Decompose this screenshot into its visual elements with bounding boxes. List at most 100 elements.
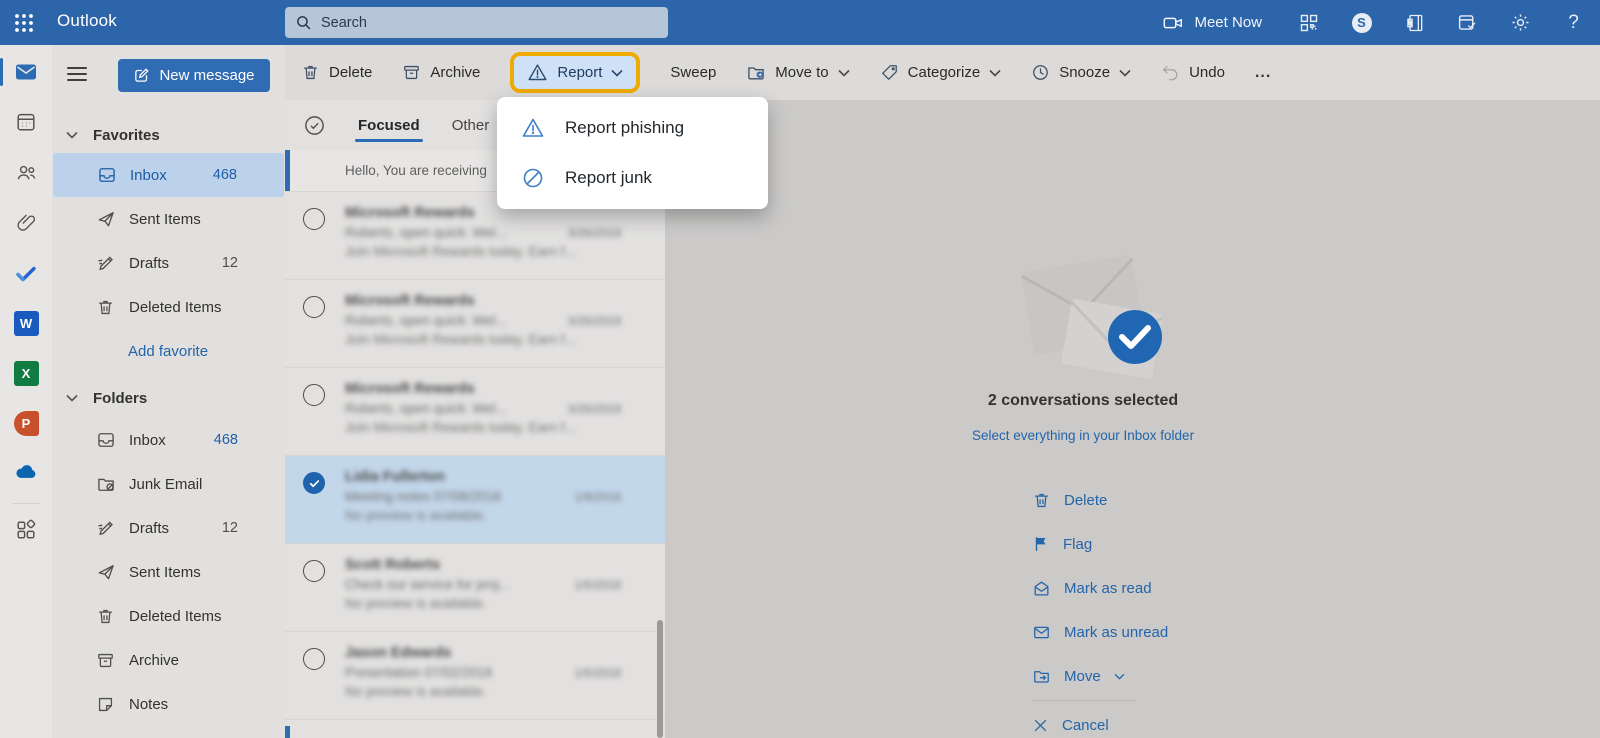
tab-other[interactable]: Other	[452, 103, 490, 148]
menu-item-report-phishing[interactable]: Report phishing	[497, 103, 768, 153]
message-checkbox[interactable]	[303, 560, 325, 582]
favorite-deleted-items[interactable]: Deleted Items	[52, 285, 285, 329]
warning-triangle-icon	[522, 118, 544, 137]
rail-excel-icon[interactable]: X	[0, 350, 52, 396]
folders-header[interactable]: Folders	[52, 380, 285, 416]
folder-junk-email[interactable]: Junk Email	[52, 462, 285, 506]
warning-triangle-icon	[528, 64, 547, 81]
archive-button[interactable]: Archive	[402, 63, 480, 82]
pencil-icon	[96, 518, 116, 538]
help-icon[interactable]: ?	[1547, 0, 1600, 45]
note-icon	[96, 695, 116, 714]
message-row[interactable]: Microsoft Rewards Roberts, open quick: W…	[285, 368, 665, 456]
rail-calendar-icon[interactable]	[0, 99, 52, 145]
app-title: Outlook	[57, 11, 117, 30]
rail-todo-icon[interactable]	[0, 250, 52, 296]
qr-code-icon[interactable]	[1282, 0, 1335, 45]
list-scrollbar-thumb[interactable]	[657, 620, 663, 738]
message-row[interactable]: Scott Roberts Check our service for proj…	[285, 544, 665, 632]
rail-attachments-icon[interactable]	[0, 200, 52, 246]
folder-inbox[interactable]: Inbox 468	[52, 418, 285, 462]
favorite-inbox[interactable]: Inbox 468	[53, 153, 284, 197]
clock-icon	[1033, 65, 1049, 80]
folder-deleted-items[interactable]: Deleted Items	[52, 594, 285, 638]
add-favorite-link[interactable]: Add favorite	[52, 329, 285, 373]
move-folder-icon	[748, 66, 765, 79]
message-checkbox-checked[interactable]	[303, 472, 325, 494]
block-icon	[523, 168, 543, 188]
menu-item-report-junk[interactable]: Report junk	[497, 153, 768, 203]
onenote-icon[interactable]	[1388, 0, 1441, 45]
chevron-down-icon	[66, 394, 78, 402]
report-button-highlighted[interactable]: Report	[510, 52, 641, 93]
message-row-partial[interactable]	[285, 720, 665, 738]
rail-people-icon[interactable]	[0, 149, 52, 195]
meet-now-button[interactable]: Meet Now	[1152, 0, 1282, 45]
undo-icon	[1163, 65, 1178, 81]
topbar-actions: Meet Now S ?	[1152, 0, 1600, 45]
rail-selected-indicator	[0, 58, 3, 86]
top-bar: Outlook Meet Now S	[0, 0, 1600, 45]
message-checkbox[interactable]	[303, 208, 325, 230]
message-checkbox[interactable]	[303, 296, 325, 318]
bulk-actions: Delete Flag Mark as read Mark as unread …	[1032, 478, 1168, 738]
trash-icon	[304, 65, 317, 80]
bulk-cancel-button[interactable]: Cancel	[1032, 703, 1168, 738]
move-to-button[interactable]: Move to	[746, 63, 850, 83]
skype-icon[interactable]: S	[1335, 0, 1388, 45]
search-box[interactable]	[285, 7, 668, 38]
bulk-flag-button[interactable]: Flag	[1032, 522, 1168, 566]
hamburger-menu-icon[interactable]	[66, 66, 88, 82]
bulk-move-button[interactable]: Move	[1032, 654, 1168, 698]
message-checkbox[interactable]	[303, 648, 325, 670]
outlook-app: Outlook Meet Now S	[0, 0, 1600, 738]
message-row-selected[interactable]: Lidia Fullerton Meeting notes 07/06/2018…	[285, 456, 665, 544]
favorite-sent-items[interactable]: Sent Items	[52, 197, 285, 241]
chevron-down-icon	[989, 69, 1001, 77]
chevron-down-icon	[611, 69, 623, 77]
selected-indicator	[285, 150, 290, 191]
more-commands-button[interactable]: ...	[1255, 64, 1271, 82]
bulk-mark-read-button[interactable]: Mark as read	[1032, 566, 1168, 610]
folder-archive[interactable]: Archive	[52, 638, 285, 682]
bookings-icon[interactable]	[1441, 0, 1494, 45]
bulk-delete-button[interactable]: Delete	[1032, 478, 1168, 522]
trash-icon	[96, 298, 116, 317]
undo-button[interactable]: Undo	[1161, 63, 1225, 82]
snooze-button[interactable]: Snooze	[1031, 63, 1131, 82]
folder-pane: New message Favorites Inbox 468 Sent Ite…	[52, 45, 285, 738]
rail-more-apps-icon[interactable]	[0, 507, 52, 553]
message-checkbox[interactable]	[303, 384, 325, 406]
message-row[interactable]: Jason Edwards Presentation 07/02/2018 1/5…	[285, 632, 665, 720]
junk-folder-icon	[96, 474, 116, 494]
categorize-button[interactable]: Categorize	[880, 63, 1002, 82]
select-everything-link[interactable]: Select everything in your Inbox folder	[933, 428, 1233, 443]
chevron-down-icon	[1119, 69, 1131, 77]
rail-onedrive-icon[interactable]	[0, 450, 52, 496]
compose-icon	[135, 68, 150, 82]
pencil-icon	[96, 253, 116, 273]
message-row[interactable]: Microsoft Rewards Roberts, open quick: W…	[285, 280, 665, 368]
chevron-down-icon	[838, 69, 850, 77]
favorites-header[interactable]: Favorites	[52, 117, 285, 153]
rail-divider	[12, 503, 40, 504]
delete-button[interactable]: Delete	[301, 63, 372, 82]
folder-sent-items[interactable]: Sent Items	[52, 550, 285, 594]
favorite-drafts[interactable]: Drafts 12	[52, 241, 285, 285]
rail-word-icon[interactable]: W	[0, 300, 52, 346]
tab-focused[interactable]: Focused	[355, 103, 423, 148]
search-input[interactable]	[321, 14, 658, 31]
settings-gear-icon[interactable]	[1494, 0, 1547, 45]
sweep-button[interactable]: Sweep	[670, 64, 716, 81]
folder-drafts[interactable]: Drafts 12	[52, 506, 285, 550]
reading-pane: 2 conversations selected Select everythi…	[665, 100, 1600, 738]
folder-notes[interactable]: Notes	[52, 682, 285, 726]
bulk-mark-unread-button[interactable]: Mark as unread	[1032, 610, 1168, 654]
select-all-icon[interactable]	[303, 114, 326, 137]
app-launcher-icon[interactable]	[10, 9, 38, 37]
rail-powerpoint-icon[interactable]: P	[0, 400, 52, 446]
command-bar: Delete Archive Report Sweep Move to Cate…	[285, 45, 1600, 100]
rail-mail-icon[interactable]	[0, 49, 52, 95]
new-message-button[interactable]: New message	[118, 59, 270, 92]
selected-indicator	[285, 726, 290, 738]
